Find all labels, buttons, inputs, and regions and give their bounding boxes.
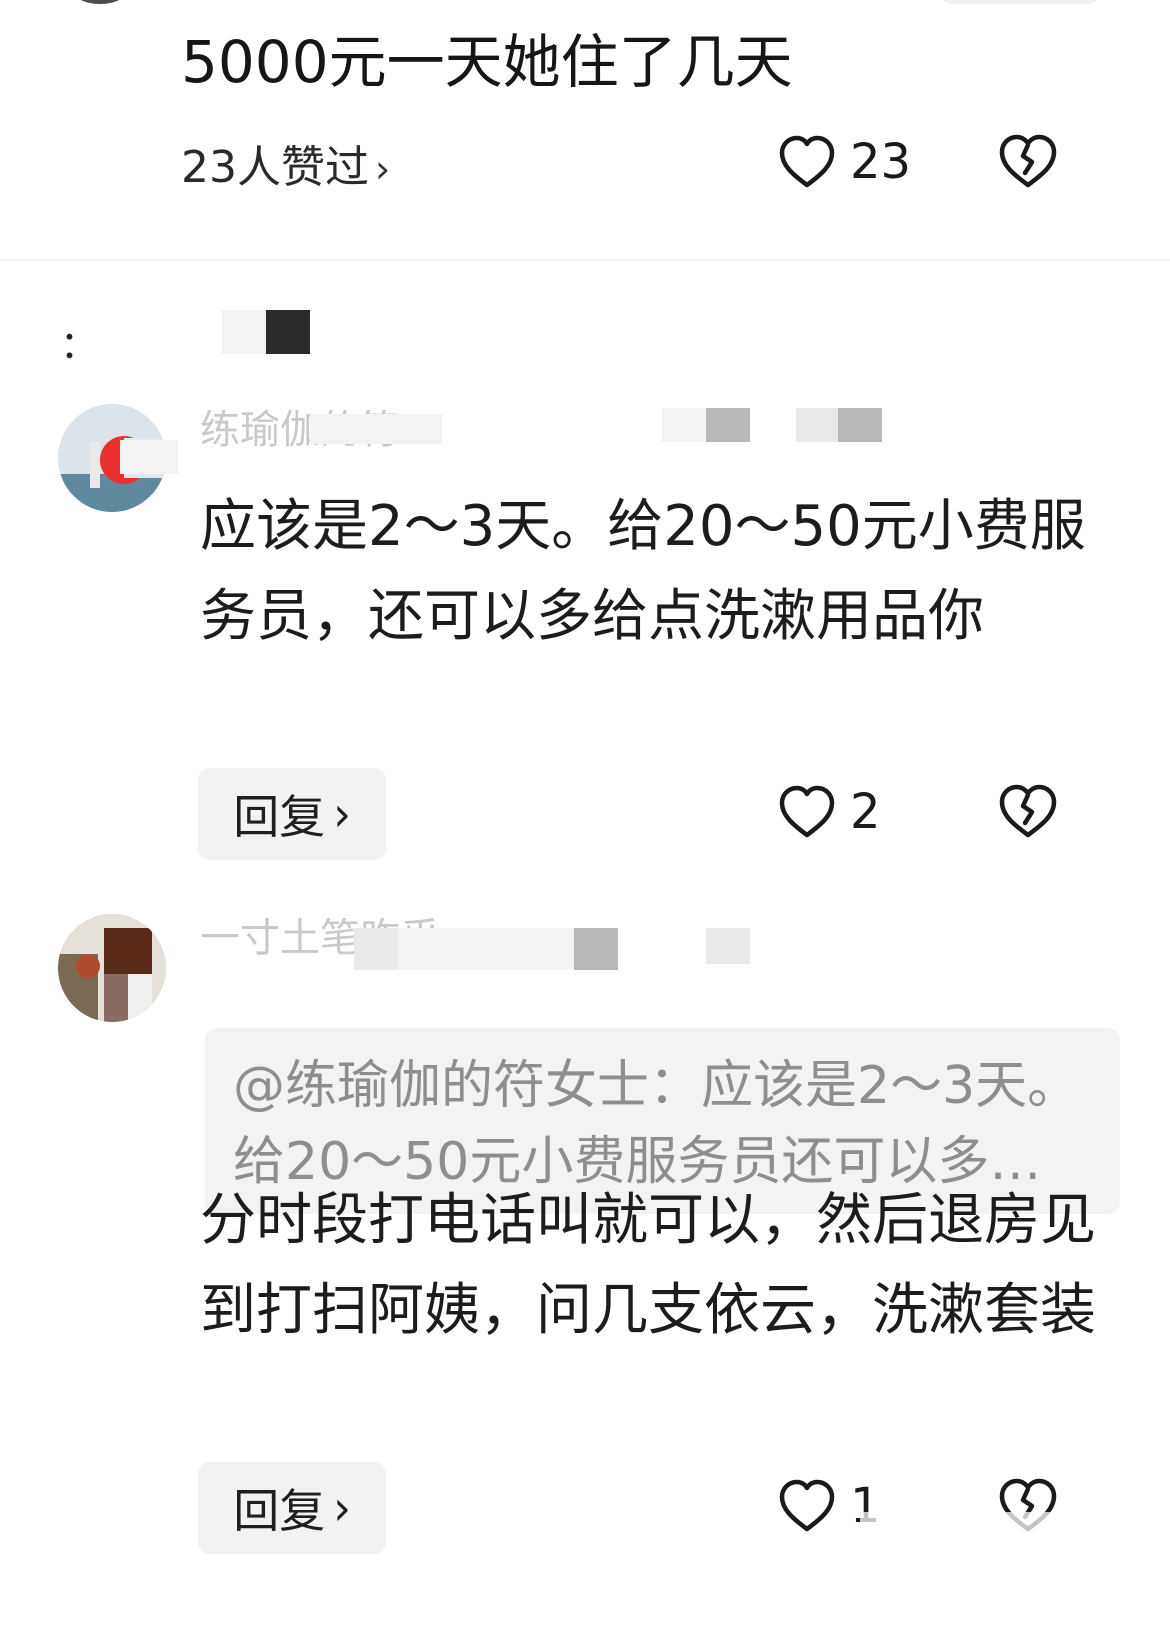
- mask-overlay: [838, 408, 882, 442]
- reply-button[interactable]: 回复 ›: [198, 1462, 386, 1554]
- reply-label: 回复: [233, 790, 326, 844]
- mask-overlay: [706, 928, 750, 964]
- chevron-right-icon: ›: [333, 785, 351, 843]
- dislike-button[interactable]: [997, 783, 1059, 843]
- mask-overlay: [120, 440, 178, 474]
- username-placeholder: [940, 0, 1100, 4]
- broken-heart-icon: [997, 783, 1059, 839]
- mask-overlay: [706, 408, 750, 442]
- masked-title: [222, 310, 266, 354]
- like-button[interactable]: 23: [778, 132, 911, 192]
- mask-overlay: [796, 408, 838, 442]
- avatar[interactable]: [58, 914, 166, 1022]
- like-count: 2: [850, 784, 881, 840]
- reply-label: 回复: [233, 1484, 326, 1538]
- section-marker: ：: [60, 323, 99, 367]
- mask-overlay: [574, 928, 618, 970]
- mask-overlay: [310, 414, 442, 444]
- section-divider: [0, 259, 1170, 261]
- likers-label: 23人赞过: [181, 142, 369, 193]
- chevron-right-icon: ›: [375, 147, 391, 191]
- masked-title: [266, 310, 310, 354]
- heart-outline-icon: [778, 1479, 836, 1533]
- like-count: 23: [850, 134, 912, 190]
- avatar[interactable]: [70, 0, 130, 4]
- comment-text: 5000元一天她住了几天: [181, 28, 793, 96]
- broken-heart-icon: [997, 133, 1059, 189]
- mask-overlay: [354, 928, 398, 970]
- likers-link[interactable]: 23人赞过 ›: [181, 140, 390, 197]
- heart-outline-icon: [778, 135, 836, 189]
- heart-outline-icon: [778, 785, 836, 839]
- like-button[interactable]: 2: [778, 782, 881, 842]
- mask-overlay: [398, 928, 574, 970]
- mask-overlay: [662, 408, 706, 442]
- dislike-button[interactable]: [997, 133, 1059, 193]
- comment-text: 分时段打电话叫就可以，然后退房见到打扫阿姨，问几支依云，洗漱套装: [200, 1188, 1096, 1343]
- reply-button[interactable]: 回复 ›: [198, 768, 386, 860]
- comment-text: 应该是2～3天。给20～50元小费服务员，还可以多给点洗漱用品你: [200, 494, 1086, 649]
- watermark-overlay: [860, 1512, 1100, 1546]
- chevron-right-icon: ›: [333, 1479, 351, 1537]
